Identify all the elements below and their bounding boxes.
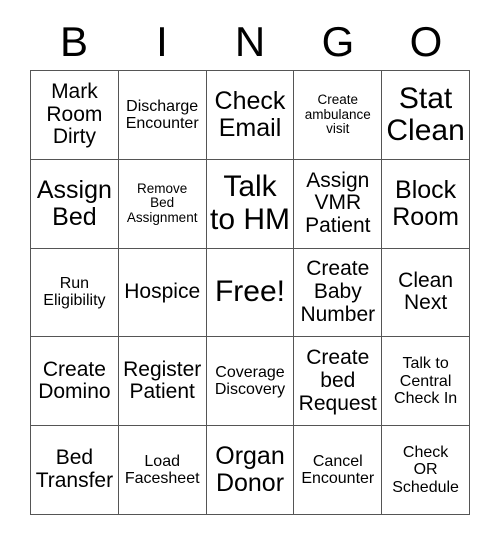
bingo-cell-b2[interactable]: Assign Bed — [31, 159, 119, 249]
bingo-cell-b5[interactable]: Bed Transfer — [31, 426, 119, 515]
bingo-card: B I N G O Mark Room Dirty Discharge Enco… — [0, 0, 500, 544]
bingo-header-letter-g: G — [321, 18, 355, 65]
bingo-cell-o1[interactable]: Stat Clean — [382, 71, 470, 160]
bingo-cell-b1[interactable]: Mark Room Dirty — [31, 71, 119, 160]
bingo-cell-label: Check Email — [214, 86, 286, 142]
bingo-cell-g1[interactable]: Create ambulance visit — [294, 71, 383, 160]
bingo-cell-o4[interactable]: Talk to Central Check In — [382, 337, 470, 427]
bingo-header-row: B I N G O — [30, 14, 470, 70]
bingo-cell-i2[interactable]: Remove Bed Assignment — [118, 159, 207, 249]
bingo-cell-i5[interactable]: Load Facesheet — [118, 426, 207, 515]
bingo-cell-g2[interactable]: Assign VMR Patient — [294, 159, 383, 249]
bingo-cell-i4[interactable]: Register Patient — [118, 337, 207, 427]
bingo-cell-label: Hospice — [124, 280, 201, 304]
bingo-free-space-label: Free! — [214, 275, 285, 309]
bingo-cell-label: Create ambulance visit — [304, 92, 371, 137]
bingo-cell-label: Mark Room Dirty — [46, 79, 103, 149]
bingo-cell-label: Run Eligibility — [43, 275, 106, 310]
bingo-cell-n4[interactable]: Coverage Discovery — [206, 337, 295, 427]
bingo-cell-label: Talk to Central Check In — [394, 355, 458, 407]
bingo-cell-label: Talk to HM — [209, 170, 290, 236]
bingo-cell-n1[interactable]: Check Email — [206, 71, 295, 160]
bingo-cell-g3[interactable]: Create Baby Number — [294, 248, 383, 338]
bingo-cell-label: Discharge Encounter — [125, 97, 199, 132]
bingo-cell-label: Register Patient — [123, 357, 202, 404]
bingo-cell-label: Organ Donor — [215, 442, 285, 498]
bingo-cell-label: Stat Clean — [386, 81, 465, 147]
bingo-cell-o3[interactable]: Clean Next — [382, 248, 470, 338]
bingo-cell-free-space[interactable]: Free! — [206, 248, 295, 338]
bingo-grid: Mark Room Dirty Discharge Encounter Chec… — [30, 70, 470, 515]
bingo-cell-i3[interactable]: Hospice — [118, 248, 207, 338]
bingo-cell-label: Coverage Discovery — [214, 364, 286, 399]
bingo-cell-label: Check OR Schedule — [392, 444, 459, 496]
bingo-cell-o5[interactable]: Check OR Schedule — [382, 426, 470, 515]
bingo-header-letter-b: B — [59, 18, 88, 65]
bingo-cell-b3[interactable]: Run Eligibility — [31, 248, 119, 338]
bingo-cell-b4[interactable]: Create Domino — [31, 337, 119, 427]
bingo-cell-n2[interactable]: Talk to HM — [206, 159, 295, 249]
bingo-cell-label: Block Room — [392, 175, 459, 231]
bingo-cell-i1[interactable]: Discharge Encounter — [118, 71, 207, 160]
bingo-cell-label: Remove Bed Assignment — [126, 180, 198, 225]
bingo-cell-n5[interactable]: Organ Donor — [206, 426, 295, 515]
bingo-cell-label: Load Facesheet — [124, 452, 200, 488]
bingo-header-letter-i: I — [156, 18, 168, 65]
bingo-cell-g5[interactable]: Cancel Encounter — [294, 426, 383, 515]
bingo-cell-label: Create Baby Number — [300, 257, 376, 326]
bingo-cell-o2[interactable]: Block Room — [382, 159, 470, 249]
bingo-cell-label: Bed Transfer — [35, 446, 114, 493]
bingo-cell-label: Clean Next — [398, 268, 454, 315]
bingo-cell-label: Create Domino — [38, 357, 111, 404]
bingo-cell-label: Assign VMR Patient — [305, 168, 371, 238]
bingo-header-letter-n: N — [234, 18, 266, 65]
bingo-cell-label: Assign Bed — [36, 175, 112, 231]
bingo-cell-label: Create bed Request — [298, 346, 377, 415]
bingo-cell-g4[interactable]: Create bed Request — [294, 337, 383, 427]
bingo-cell-label: Cancel Encounter — [301, 452, 375, 488]
bingo-header-letter-o: O — [409, 18, 443, 65]
